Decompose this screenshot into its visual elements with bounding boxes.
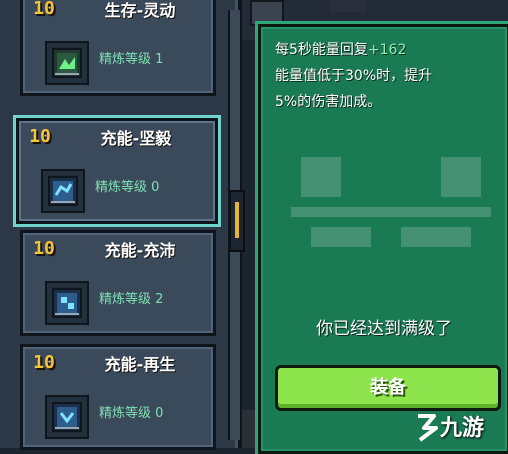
level-badge: 10 [29, 126, 51, 147]
effect-line-2: 能量值低于30%时，提升 [275, 68, 433, 84]
blue-chip-icon [52, 402, 82, 432]
background-prop [330, 0, 366, 12]
chip-icon-frame [41, 169, 85, 213]
level-badge: 10 [33, 0, 55, 19]
chip-icon-frame [45, 281, 89, 325]
effect-text: 每5秒能量回复 [275, 42, 368, 58]
chip-detail-panel: 每5秒能量回复+162 能量值低于30%时，提升 5%的伤害加成。 你已经达到满… [258, 24, 508, 454]
max-level-message: 你已经达到满级了 [316, 319, 452, 339]
watermark-logo-icon [418, 414, 438, 442]
blue-chip-icon [48, 176, 78, 206]
chip-card-3[interactable]: 10 充能-再生 精炼等级 0 [20, 344, 216, 450]
panel-background-pattern [291, 157, 491, 247]
refine-level-text: 精炼等级 0 [95, 180, 160, 195]
chip-card-1-selected[interactable]: 10 充能-坚毅 精炼等级 0 [16, 118, 218, 224]
chip-list-panel: 10 生存-灵动 精炼等级 1 10 充能-坚毅 精炼等级 0 10 充能-充沛… [0, 0, 242, 450]
chip-card-2[interactable]: 10 充能-充沛 精炼等级 2 [20, 230, 216, 336]
chip-title: 充能-再生 [104, 355, 176, 374]
chip-title: 充能-充沛 [104, 241, 176, 260]
chip-icon-frame [45, 41, 89, 85]
refine-level-text: 精炼等级 0 [99, 406, 164, 421]
chip-title: 充能-坚毅 [100, 129, 172, 148]
scrollbar-grip [235, 202, 239, 238]
refine-level-text: 精炼等级 1 [99, 52, 164, 67]
blue-chip-icon [52, 288, 82, 318]
refine-level-text: 精炼等级 2 [99, 292, 164, 307]
effect-value: +162 [367, 42, 407, 58]
background-character-sprite [250, 0, 284, 26]
scrollbar-thumb[interactable] [229, 190, 245, 252]
watermark-text: 九游 [440, 416, 485, 441]
level-badge: 10 [33, 352, 55, 373]
level-badge: 10 [33, 238, 55, 259]
chip-icon-frame [45, 395, 89, 439]
watermark: 九游 [412, 404, 508, 448]
green-chip-icon [52, 48, 82, 78]
equip-button-label: 装备 [370, 377, 406, 398]
effect-line-1: 每5秒能量回复+162 [275, 39, 406, 61]
effect-line-3: 5%的伤害加成。 [275, 94, 382, 110]
chip-card-0[interactable]: 10 生存-灵动 精炼等级 1 [20, 0, 216, 96]
chip-title: 生存-灵动 [104, 1, 176, 20]
